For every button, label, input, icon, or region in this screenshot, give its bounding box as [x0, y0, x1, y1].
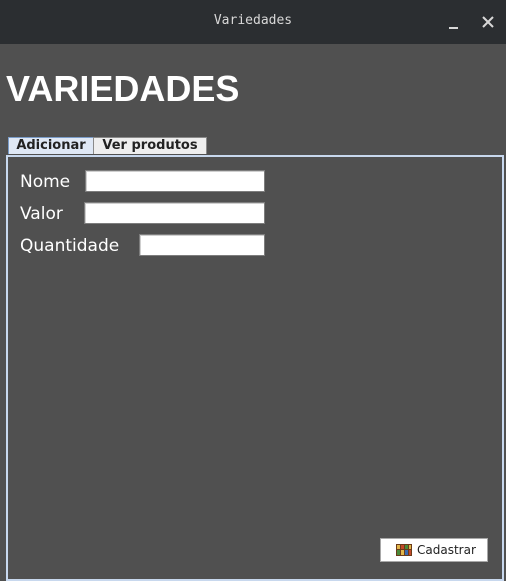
nome-label: Nome — [20, 172, 71, 192]
cadastrar-label: Cadastrar — [417, 543, 476, 557]
register-icon — [396, 544, 412, 556]
quantidade-field[interactable] — [139, 234, 265, 256]
valor-label: Valor — [20, 204, 63, 224]
minimize-button[interactable] — [444, 13, 462, 31]
tab-adicionar[interactable]: Adicionar — [8, 137, 94, 154]
valor-field[interactable] — [84, 202, 265, 224]
quantidade-label: Quantidade — [20, 236, 120, 256]
window-title: Variedades — [213, 13, 293, 28]
cadastrar-button[interactable]: Cadastrar — [380, 538, 488, 562]
client-area: VARIEDADES Adicionar Ver produtos Nome V… — [4, 44, 504, 581]
tab-panel-adicionar: Nome Valor Quantidade Cadastrar — [6, 155, 504, 581]
close-icon — [482, 16, 494, 28]
title-bar[interactable]: Variedades — [0, 0, 506, 44]
tab-ver-produtos[interactable]: Ver produtos — [93, 137, 207, 154]
minimize-icon — [449, 27, 458, 29]
app-window: Variedades VARIEDADES Adicionar Ver prod… — [0, 0, 506, 581]
page-title: VARIEDADES — [6, 68, 240, 109]
close-button[interactable] — [479, 13, 497, 31]
nome-field[interactable] — [85, 170, 265, 192]
